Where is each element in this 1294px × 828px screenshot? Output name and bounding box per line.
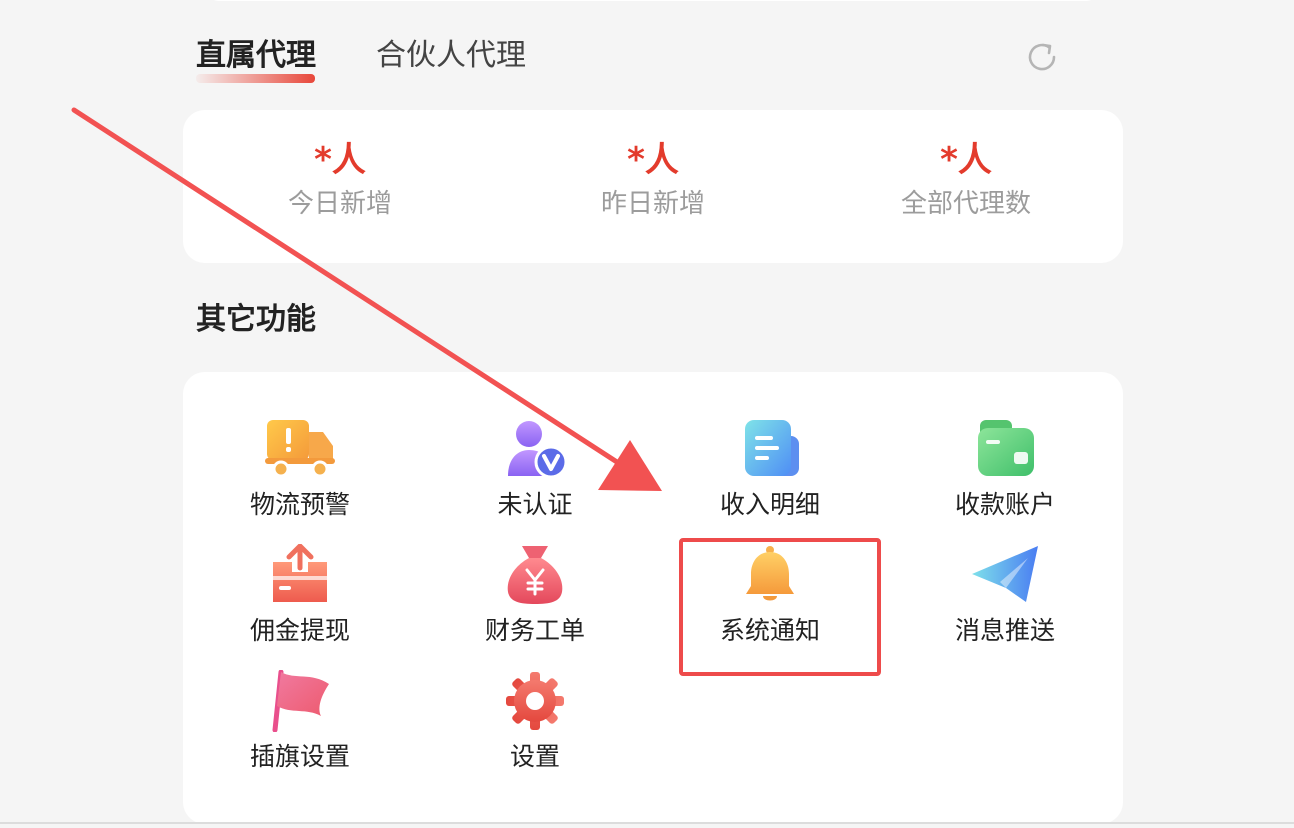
func-unverified[interactable]: 未认证 bbox=[418, 418, 652, 528]
withdraw-box-icon bbox=[265, 544, 335, 606]
func-label: 收入明细 bbox=[719, 490, 820, 519]
func-label: 收款账户 bbox=[954, 490, 1055, 519]
stat-label: 全部代理数 bbox=[900, 189, 1031, 219]
stat-label: 昨日新增 bbox=[600, 189, 705, 219]
tab-direct-agents[interactable]: 直属代理 bbox=[196, 36, 316, 76]
func-flag-settings[interactable]: 插旗设置 bbox=[183, 670, 417, 780]
func-settings[interactable]: 设置 bbox=[418, 670, 652, 780]
func-logistics-warning[interactable]: 物流预警 bbox=[183, 418, 417, 528]
flag-icon bbox=[265, 670, 335, 732]
section-title: 其它功能 bbox=[196, 302, 316, 337]
func-label: 物流预警 bbox=[249, 490, 350, 519]
annotation-highlight-box bbox=[679, 538, 881, 676]
refresh-icon[interactable] bbox=[1024, 39, 1060, 75]
func-label: 消息推送 bbox=[954, 616, 1055, 645]
bottom-divider bbox=[0, 822, 1294, 824]
stats-card: *人 今日新增 *人 昨日新增 *人 全部代理数 bbox=[183, 110, 1123, 263]
stat-total-agents: *人 全部代理数 bbox=[846, 138, 1086, 222]
func-message-push[interactable]: 消息推送 bbox=[888, 544, 1122, 654]
wallet-icon bbox=[970, 418, 1040, 480]
stat-label: 今日新增 bbox=[287, 189, 392, 219]
func-finance-ticket[interactable]: 财务工单 bbox=[418, 544, 652, 654]
functions-card: 物流预警 未认证 收入明细 收款账户 佣金提现 财务工单 系统通知 消息推送 插… bbox=[183, 372, 1123, 824]
tab-partner-agents[interactable]: 合伙人代理 bbox=[376, 36, 526, 76]
func-label: 佣金提现 bbox=[249, 616, 350, 645]
func-label: 插旗设置 bbox=[249, 742, 350, 771]
truck-warning-icon bbox=[265, 418, 335, 480]
paper-plane-icon bbox=[970, 544, 1040, 606]
func-payment-account[interactable]: 收款账户 bbox=[888, 418, 1122, 528]
stat-today-new: *人 今日新增 bbox=[220, 138, 460, 222]
func-label: 财务工单 bbox=[484, 616, 585, 645]
money-bag-icon bbox=[500, 544, 570, 606]
top-card-edge bbox=[205, 0, 1100, 1]
active-tab-underline bbox=[196, 74, 315, 83]
stat-value: *人 bbox=[627, 140, 679, 180]
func-commission-withdraw[interactable]: 佣金提现 bbox=[183, 544, 417, 654]
func-label: 设置 bbox=[509, 742, 560, 771]
gear-icon bbox=[500, 670, 570, 732]
unverified-user-icon bbox=[500, 418, 570, 480]
stat-yesterday-new: *人 昨日新增 bbox=[533, 138, 773, 222]
stat-value: *人 bbox=[314, 140, 366, 180]
func-label: 未认证 bbox=[497, 490, 573, 519]
func-income-detail[interactable]: 收入明细 bbox=[653, 418, 887, 528]
stat-value: *人 bbox=[940, 140, 992, 180]
income-document-icon bbox=[735, 418, 805, 480]
